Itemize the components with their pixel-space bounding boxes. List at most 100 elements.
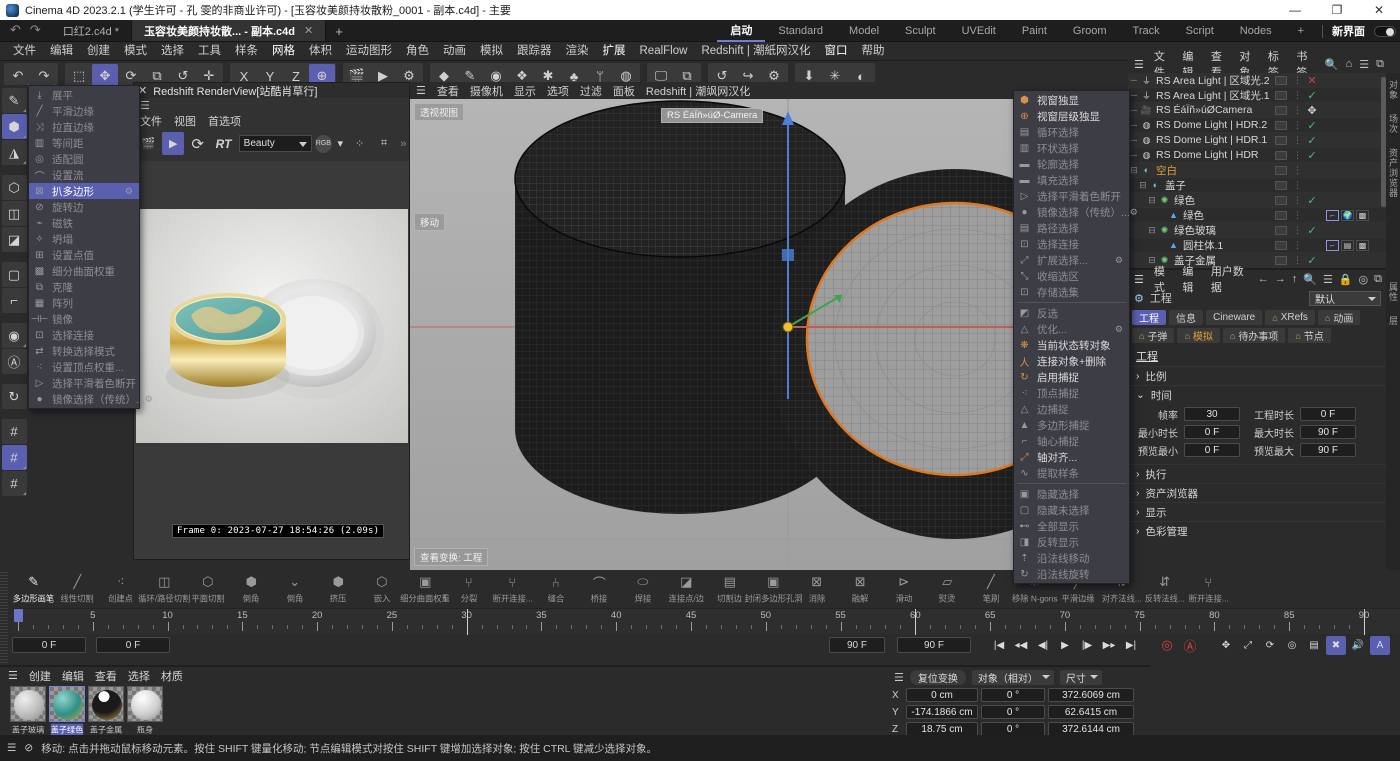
object-tag-1[interactable]: 🌍 (1341, 210, 1354, 221)
object-status-mark[interactable]: ✓ (1304, 134, 1320, 147)
mesh-menu-item-4[interactable]: ◎适配圆 (29, 151, 139, 167)
viewport-menu-1[interactable]: 摄像机 (470, 83, 503, 99)
attribute-section-1[interactable]: ⌄时间 (1128, 385, 1386, 404)
object-dots-icon[interactable]: ⋮ (1290, 240, 1304, 251)
gear-icon[interactable]: ⚙ (125, 186, 133, 197)
object-row[interactable]: ─🎥RS ÉáÏñ»úØCamera⋮✥ (1128, 103, 1386, 118)
selection-menu-item-21[interactable]: ▲多边形捕捉 (1014, 417, 1129, 433)
selection-menu-item-23[interactable]: ⤢轴对齐... (1014, 449, 1129, 465)
layout-tab-2[interactable]: Model (836, 20, 892, 42)
object-visibility-checkbox[interactable] (1275, 106, 1287, 115)
palette-item-12[interactable]: ⑃缝合 (534, 570, 578, 608)
mesh-menu-item-1[interactable]: ╱平滑边缘 (29, 103, 139, 119)
object-row[interactable]: ⊟✺绿色玻璃⋮✓ (1128, 223, 1386, 238)
palette-item-18[interactable]: ⊠消除 (795, 570, 839, 608)
size-field[interactable]: 62.6415 cm (1048, 705, 1134, 719)
layout-tab-7[interactable]: Track (1120, 20, 1173, 42)
menu-item-13[interactable]: 跟踪器 (510, 42, 559, 61)
object-row[interactable]: ▲绿色⋮⌐🌍▩ (1128, 208, 1386, 223)
side-tab-layers[interactable]: 层 (1386, 309, 1400, 333)
object-name[interactable]: 绿色 (1180, 208, 1275, 223)
menu-item-17[interactable]: Redshift | 潮紙网汉化 (694, 42, 817, 61)
object-name[interactable]: RS Area Light | 区域光.1 (1153, 88, 1275, 103)
rotation-field[interactable]: 0 ° (981, 705, 1045, 719)
sculpt-brush-tool[interactable]: ✎ (2, 88, 27, 113)
ui-theme-toggle[interactable] (1374, 26, 1396, 37)
object-visibility-checkbox[interactable] (1275, 226, 1287, 235)
object-status-mark[interactable]: ✕ (1304, 74, 1320, 87)
object-row[interactable]: ⊟◐空白⋮ (1128, 163, 1386, 178)
selection-menu-item-16[interactable]: ❋当前状态转对象 (1014, 337, 1129, 353)
selection-menu-item-9[interactable]: ⊡选择连接 (1014, 236, 1129, 252)
attribute-tab-5[interactable]: ⌂子弹 (1132, 328, 1174, 343)
layout-tab-9[interactable]: Nodes (1227, 20, 1285, 42)
layout-tab-3[interactable]: Sculpt (892, 20, 949, 42)
palette-item-14[interactable]: ⬭焊接 (621, 570, 665, 608)
reset-pivot-tool[interactable]: ↻ (2, 384, 27, 409)
object-visibility-checkbox[interactable] (1275, 136, 1287, 145)
mesh-dropdown-menu[interactable]: ⤓展平╱平滑边缘⤨拉直边缘▥等间距◎适配圆⌒设置流⊠扒多边形⚙⊘旋转边⌁磁铁✧坍… (28, 85, 140, 409)
home-icon[interactable]: ⌂ (1346, 58, 1353, 71)
palette-item-13[interactable]: ⌒桥接 (578, 570, 622, 608)
object-dots-icon[interactable]: ⋮ (1290, 225, 1304, 236)
play-button[interactable]: ▶ (1055, 636, 1075, 655)
point-mode-tool[interactable]: ⬡ (2, 175, 27, 200)
key-param-button[interactable]: ◎ (1282, 636, 1302, 655)
position-field[interactable]: -174.1866 cm (906, 705, 978, 719)
object-dots-icon[interactable]: ⋮ (1290, 150, 1304, 161)
selection-menu-item-0[interactable]: ⬢视窗独显 (1014, 92, 1129, 108)
material-manager-hamburger-icon[interactable]: ☰ (8, 669, 18, 682)
object-visibility-checkbox[interactable] (1275, 91, 1287, 100)
attribute-tab-3[interactable]: ⌂XRefs (1265, 310, 1315, 325)
up-icon[interactable]: ↑ (1292, 273, 1298, 286)
selection-menu-item-1[interactable]: ⊕视窗层级独显 (1014, 108, 1129, 124)
mesh-menu-item-18[interactable]: ▷选择平滑着色断开 (29, 375, 139, 391)
start-frame-field[interactable]: 0 F (96, 637, 170, 653)
menu-item-10[interactable]: 角色 (399, 42, 436, 61)
mesh-menu-item-16[interactable]: ⇄转换选择模式 (29, 343, 139, 359)
attribute-section-2[interactable]: ›执行 (1128, 464, 1386, 483)
realtime-toggle[interactable]: RT (211, 132, 235, 155)
key-position-button[interactable]: ✥ (1216, 636, 1236, 655)
palette-item-6[interactable]: ⌄倒角 (273, 570, 317, 608)
mesh-menu-item-17[interactable]: ⁖设置顶点权重... (29, 359, 139, 375)
mesh-menu-item-14[interactable]: ⊣⊢镜像 (29, 311, 139, 327)
side-tab-takes[interactable]: 场次 (1386, 107, 1400, 141)
next-key-button[interactable]: ▶▸ (1099, 636, 1119, 655)
palette-item-3[interactable]: ◫循环/路径切割 (143, 570, 187, 608)
menu-item-8[interactable]: 体积 (302, 42, 339, 61)
object-dots-icon[interactable]: ⋮ (1290, 195, 1304, 206)
section-chevron-icon[interactable]: › (1136, 487, 1140, 499)
attribute-section-4[interactable]: ›显示 (1128, 502, 1386, 521)
selection-menu-item-20[interactable]: △边捕捉 (1014, 401, 1129, 417)
object-visibility-checkbox[interactable] (1275, 181, 1287, 190)
material-swatch[interactable] (10, 686, 46, 722)
object-row[interactable]: ▲圆柱体.1⋮⌐▤▩ (1128, 238, 1386, 253)
tree-toggle-icon[interactable]: ⊟ (1146, 225, 1158, 236)
viewport-menu-4[interactable]: 过滤 (580, 83, 602, 99)
object-row[interactable]: ⊟✺绿色⋮✓ (1128, 193, 1386, 208)
mute-keys-button[interactable]: ✖ (1326, 636, 1346, 655)
selection-menu-item-3[interactable]: ▥环状选择 (1014, 140, 1129, 156)
menu-item-0[interactable]: 文件 (6, 42, 43, 61)
material-menu-0[interactable]: 创建 (29, 668, 51, 684)
minimize-button[interactable]: — (1274, 0, 1316, 20)
selection-menu-item-11[interactable]: ⤡收缩选区 (1014, 268, 1129, 284)
forward-icon[interactable]: → (1275, 273, 1286, 286)
attribute-menu-1[interactable]: 编辑 (1182, 263, 1200, 295)
grid-icon[interactable]: ⁘ (349, 132, 370, 155)
mesh-menu-item-10[interactable]: ⊞设置点值 (29, 247, 139, 263)
layout-tab-0[interactable]: 启动 (717, 20, 765, 42)
new-document-button[interactable]: + (326, 24, 352, 41)
renderview-menu-0[interactable]: 文件 (140, 113, 162, 129)
selection-menu-item-22[interactable]: ⌐轴心捕捉 (1014, 433, 1129, 449)
object-row[interactable]: ─⏚RS Area Light | 区域光.2⋮✕ (1128, 73, 1386, 88)
palette-item-5[interactable]: ⬢倒角 (230, 570, 274, 608)
selection-menu-item-15[interactable]: △优化...⚙ (1014, 321, 1129, 337)
selection-menu-item-31[interactable]: ↻沿法线旋转 (1014, 566, 1129, 582)
palette-item-22[interactable]: ╱笔刷 (969, 570, 1013, 608)
viewport-hamburger-icon[interactable]: ☰ (416, 84, 426, 97)
object-row[interactable]: ─⏚RS Area Light | 区域光.1⋮✓ (1128, 88, 1386, 103)
timeline-ruler[interactable]: 051015202530354045505560657075808590 (12, 608, 1400, 634)
selection-menu-item-18[interactable]: ↻启用捕捉 (1014, 369, 1129, 385)
